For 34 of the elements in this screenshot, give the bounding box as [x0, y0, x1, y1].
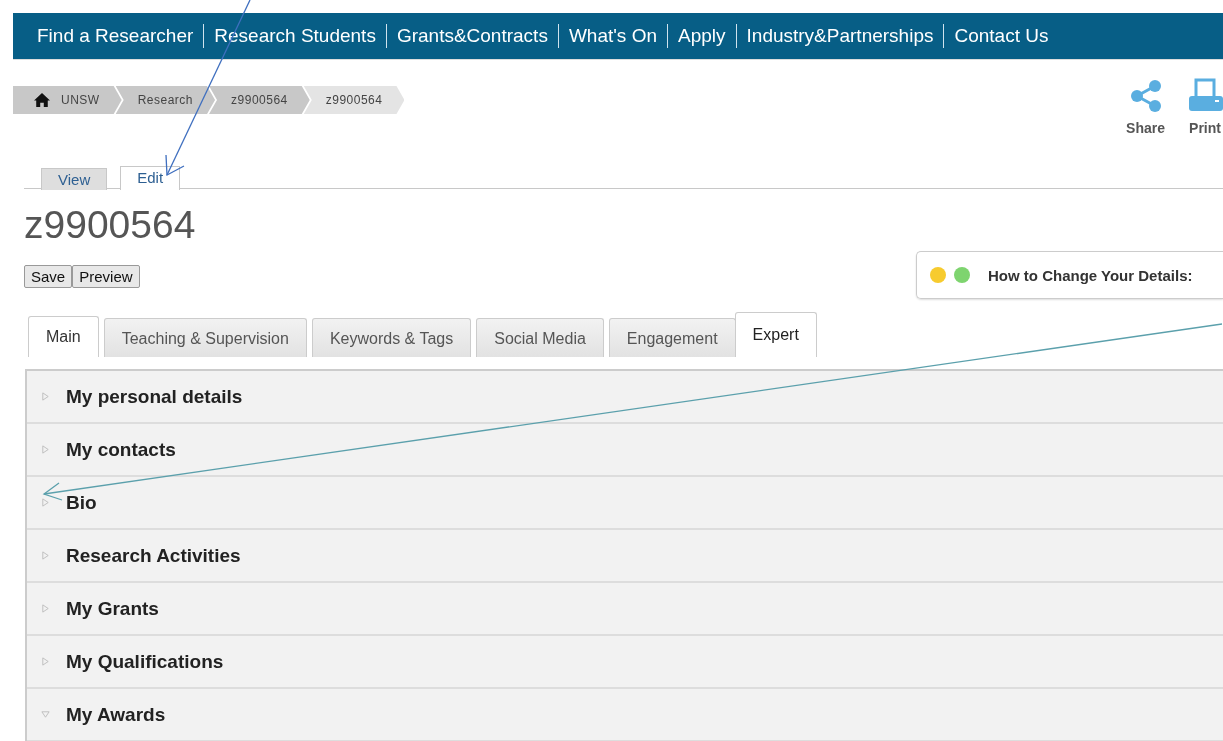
- tab[interactable]: Main: [28, 316, 99, 357]
- mode-tab[interactable]: View: [41, 168, 108, 190]
- accordion-row[interactable]: Bio: [27, 477, 1223, 530]
- breadcrumb-item[interactable]: z9900564: [303, 86, 405, 114]
- accordion-row[interactable]: My Awards: [27, 689, 1223, 741]
- breadcrumb-item[interactable]: UNSW: [13, 86, 122, 114]
- nav-link[interactable]: Apply: [668, 25, 736, 47]
- tab[interactable]: Keywords & Tags: [311, 318, 472, 357]
- accordion-row[interactable]: My contacts: [27, 424, 1223, 477]
- accordion-row[interactable]: My Grants: [27, 583, 1223, 636]
- breadcrumb-item[interactable]: Research: [115, 86, 216, 114]
- nav-link[interactable]: Find a Researcher: [37, 25, 204, 47]
- mode-tab[interactable]: Edit: [120, 166, 181, 190]
- tab[interactable]: Engagement: [608, 318, 736, 357]
- action-button[interactable]: Share: [1126, 78, 1165, 160]
- tab[interactable]: Expert: [734, 312, 817, 357]
- accordion-row[interactable]: Research Activities: [27, 530, 1223, 583]
- printer-icon: [1187, 78, 1223, 114]
- form-button[interactable]: Preview: [72, 265, 140, 288]
- help-text: How to Change Your Details:: [988, 266, 1193, 284]
- nav-link[interactable]: Contact Us: [944, 25, 1059, 47]
- nav-link[interactable]: What's On: [558, 25, 667, 47]
- tab[interactable]: Teaching & Supervision: [103, 318, 307, 357]
- nav-link[interactable]: Research Students: [204, 25, 386, 47]
- form-button[interactable]: Save: [24, 265, 73, 288]
- accordion-row[interactable]: My Qualifications: [27, 636, 1223, 689]
- accordion-row[interactable]: My personal details: [27, 371, 1223, 424]
- nav-link[interactable]: Industry&Partnerships: [736, 25, 944, 47]
- nav-link[interactable]: Grants&Contracts: [386, 25, 558, 47]
- tab[interactable]: Social Media: [476, 318, 604, 357]
- action-button[interactable]: Print: [1187, 78, 1223, 160]
- breadcrumb-item[interactable]: z9900564: [209, 86, 310, 114]
- help-box[interactable]: How to Change Your Details:: [916, 251, 1223, 299]
- page-title: z9900564: [24, 203, 197, 247]
